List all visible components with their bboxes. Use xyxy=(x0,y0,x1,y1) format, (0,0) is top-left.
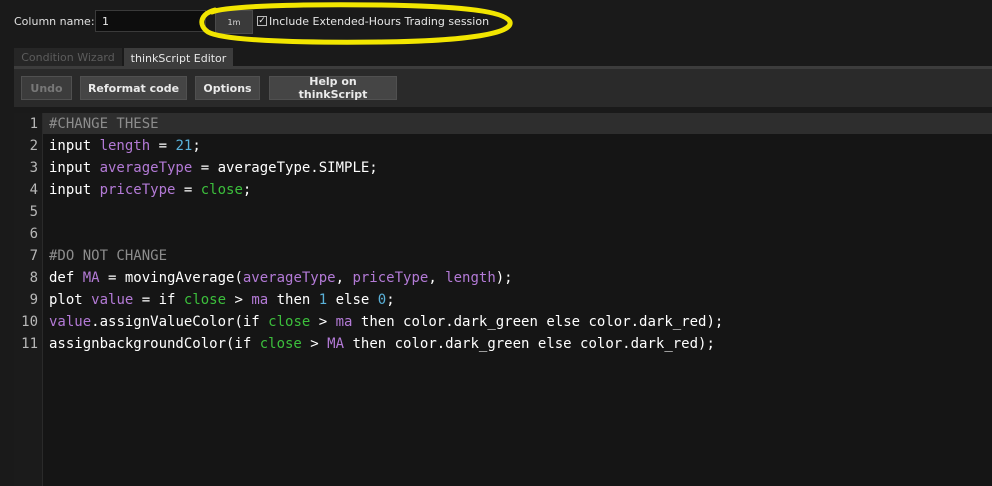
code-token: MA xyxy=(82,270,100,286)
code-token: = xyxy=(150,138,176,154)
line-number: 3 xyxy=(29,160,38,176)
code-token: value xyxy=(49,314,92,330)
code-token: > xyxy=(226,292,252,308)
code-token: input xyxy=(49,160,100,176)
line-number: 1 xyxy=(29,116,38,132)
code-token: > xyxy=(301,336,328,352)
code-token: ); xyxy=(495,270,513,286)
code-token: then xyxy=(268,292,319,308)
code-line[interactable]: input priceType = close; xyxy=(49,179,251,201)
line-number: 2 xyxy=(29,138,38,154)
code-line[interactable]: def MA = movingAverage(averageType, pric… xyxy=(49,267,513,289)
code-token: = xyxy=(175,182,201,198)
code-token: priceType xyxy=(99,182,176,198)
code-token: #DO NOT CHANGE xyxy=(49,248,168,264)
code-token: = if xyxy=(133,292,184,308)
code-token: input xyxy=(49,182,100,198)
code-token: length xyxy=(445,270,496,286)
line-number: 7 xyxy=(29,248,38,264)
code-token: value xyxy=(91,292,134,308)
line-number: 5 xyxy=(29,204,38,220)
code-token: 1 xyxy=(318,292,328,308)
line-number: 6 xyxy=(29,226,38,242)
code-token: input xyxy=(49,138,100,154)
code-token: , xyxy=(428,270,446,286)
code-token: .assignValueColor(if xyxy=(91,314,269,330)
aggregation-button[interactable]: 1m xyxy=(215,10,253,34)
code-token: assignbackgroundColor(if xyxy=(49,336,260,352)
code-token: = movingAverage( xyxy=(99,270,243,286)
code-token: > xyxy=(310,314,336,330)
code-token: close xyxy=(200,182,243,198)
code-token: averageType xyxy=(99,160,193,176)
code-token: 21 xyxy=(175,138,193,154)
extended-hours-label[interactable]: Include Extended-Hours Trading session xyxy=(269,15,489,28)
code-line[interactable]: #CHANGE THESE xyxy=(49,113,159,135)
code-token: then color.dark_green else color.dark_re… xyxy=(344,336,715,352)
line-number: 9 xyxy=(29,292,38,308)
code-line[interactable]: assignbackgroundColor(if close > MA then… xyxy=(49,333,715,355)
help-thinkscript-button[interactable]: Help on thinkScript xyxy=(269,75,397,101)
code-token: ma xyxy=(335,314,353,330)
extended-hours-checkbox[interactable]: ✓ xyxy=(257,16,267,26)
code-token: close xyxy=(183,292,227,308)
line-number: 11 xyxy=(21,336,38,352)
checkmark-icon: ✓ xyxy=(258,15,266,26)
code-token: MA xyxy=(327,336,345,352)
code-token: length xyxy=(99,138,151,154)
code-token: averageType xyxy=(242,270,336,286)
code-token: ma xyxy=(251,292,269,308)
code-token: def xyxy=(49,270,83,286)
code-token: close xyxy=(259,336,302,352)
code-token: else xyxy=(327,292,378,308)
undo-button[interactable]: Undo xyxy=(21,76,72,100)
line-number: 8 xyxy=(29,270,38,286)
code-token: = averageType.SIMPLE; xyxy=(192,160,378,176)
tab-thinkscript-editor[interactable]: thinkScript Editor xyxy=(124,48,233,68)
code-token: priceType xyxy=(352,270,429,286)
code-token: ; xyxy=(192,138,201,154)
code-token: close xyxy=(268,314,311,330)
code-token: ; xyxy=(386,292,395,308)
code-token: , xyxy=(335,270,353,286)
code-token: plot xyxy=(49,292,92,308)
code-line[interactable]: #DO NOT CHANGE xyxy=(49,245,167,267)
code-token: ; xyxy=(242,182,252,198)
code-token: 0 xyxy=(377,292,387,308)
code-line[interactable]: input averageType = averageType.SIMPLE; xyxy=(49,157,378,179)
tab-condition-wizard[interactable]: Condition Wizard xyxy=(14,48,123,66)
line-number: 10 xyxy=(21,314,38,330)
code-line[interactable]: value.assignValueColor(if close > ma the… xyxy=(49,311,723,333)
active-line-highlight xyxy=(14,113,992,134)
code-token: #CHANGE THESE xyxy=(49,116,159,132)
code-token: then color.dark_green else color.dark_re… xyxy=(352,314,724,330)
line-number: 4 xyxy=(29,182,38,198)
reformat-code-button[interactable]: Reformat code xyxy=(80,76,187,100)
column-name-label: Column name: xyxy=(14,15,95,28)
code-line[interactable]: plot value = if close > ma then 1 else 0… xyxy=(49,289,395,311)
options-button[interactable]: Options xyxy=(195,76,260,100)
code-line[interactable]: input length = 21; xyxy=(49,135,201,157)
column-name-input[interactable] xyxy=(95,10,206,32)
